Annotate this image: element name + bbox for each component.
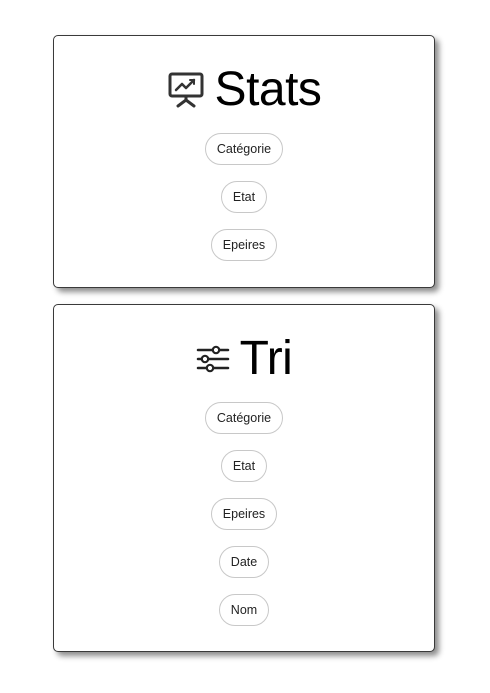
tri-nom-button[interactable]: Nom — [218, 594, 270, 626]
tri-card: Tri Catégorie Etat Epeires Date Nom — [53, 304, 435, 652]
tri-categorie-button[interactable]: Catégorie — [204, 402, 284, 434]
tri-header: Tri — [54, 332, 434, 385]
presentation-chart-icon — [167, 72, 205, 108]
stats-categorie-button[interactable]: Catégorie — [204, 133, 284, 165]
tri-title: Tri — [239, 332, 293, 385]
tri-etat-button[interactable]: Etat — [220, 450, 268, 482]
stats-header: Stats — [54, 63, 434, 116]
stats-button-list: Catégorie Etat Epeires — [54, 133, 434, 277]
stats-etat-button[interactable]: Etat — [220, 181, 268, 213]
sliders-icon — [196, 344, 230, 374]
stats-card: Stats Catégorie Etat Epeires — [53, 35, 435, 288]
tri-epeires-button[interactable]: Epeires — [210, 498, 278, 530]
tri-date-button[interactable]: Date — [218, 546, 270, 578]
tri-button-list: Catégorie Etat Epeires Date Nom — [54, 402, 434, 642]
stats-epeires-button[interactable]: Epeires — [210, 229, 278, 261]
stats-title: Stats — [214, 63, 322, 116]
